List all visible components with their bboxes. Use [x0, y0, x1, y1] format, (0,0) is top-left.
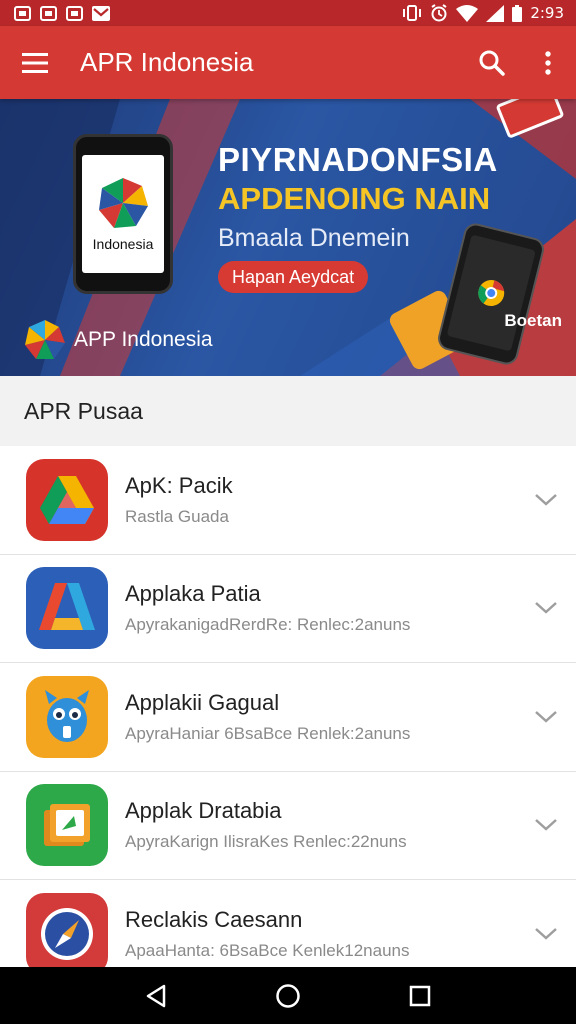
alarm-icon [431, 4, 447, 22]
banner-corner-text: Boetan [504, 311, 562, 330]
app-title: APR Indonesia [80, 47, 254, 77]
search-button[interactable] [464, 26, 520, 99]
expand-button[interactable] [516, 601, 576, 615]
photo-icon [40, 5, 57, 21]
app-title: Reclakis Caesann [125, 906, 303, 932]
chevron-down-icon [535, 710, 557, 723]
app-title: ApK: Pacik [125, 472, 233, 498]
list-item[interactable]: Applakii Gagual ApyraHaniar 6BsaBce Renl… [0, 663, 576, 772]
banner-phone-illustration: Indonesia [73, 134, 173, 294]
back-triangle-icon [146, 984, 166, 1007]
home-button[interactable] [258, 967, 318, 1024]
system-nav-bar [0, 967, 576, 1024]
overflow-menu-button[interactable] [520, 26, 576, 99]
app-title: Applak Dratabia [125, 798, 282, 824]
expand-button[interactable] [516, 493, 576, 507]
app-bar: APR Indonesia [0, 26, 576, 99]
app-title: Applakii Gagual [125, 689, 280, 715]
list-item[interactable]: ApK: Pacik Rastla Guada [0, 446, 576, 555]
chevron-down-icon [535, 819, 557, 831]
chevron-down-icon [535, 602, 557, 614]
image-icon [14, 5, 31, 21]
banner-cta-button[interactable]: Hapan Aeydcat [218, 261, 369, 293]
gmail-icon [92, 5, 110, 21]
triangle-a-icon [26, 567, 108, 650]
expand-button[interactable] [516, 710, 576, 724]
app-subtitle: Rastla Guada [125, 506, 229, 526]
folder-app-icon [26, 784, 108, 867]
menu-button[interactable] [0, 26, 70, 99]
app-title: Applaka Patia [125, 581, 261, 607]
expand-button[interactable] [516, 818, 576, 832]
blue-robot-icon [26, 675, 108, 758]
drive-style-icon [26, 458, 108, 541]
chevron-down-icon [535, 927, 557, 940]
system-icons: 2:93 [402, 4, 564, 22]
list-item[interactable]: Applak Dratabia ApyraKarign IlisraKes Re… [0, 771, 576, 880]
chevron-down-icon [535, 493, 557, 506]
home-circle-icon [276, 983, 300, 1008]
banner-tagline: Bmaala Dnemein [218, 224, 410, 252]
gallery-icon [66, 5, 83, 21]
status-bar: 2:93 [0, 0, 576, 26]
back-button[interactable] [126, 967, 186, 1024]
promo-banner[interactable]: Indonesia PIYRNADONFSIA APDENOING NAIN B… [0, 99, 576, 376]
section-header: APR Pusaa [0, 376, 576, 446]
search-icon [479, 50, 505, 76]
battery-icon [512, 4, 523, 22]
compass-app-icon [26, 892, 108, 975]
recents-square-icon [409, 985, 431, 1006]
clock-time: 2:93 [530, 4, 564, 22]
notification-icons [14, 5, 110, 21]
wifi-icon [456, 4, 479, 22]
hamburger-menu-icon [22, 52, 48, 73]
app-subtitle: ApaaHanta: 6BsaBce Kenlek12nauns [125, 940, 410, 960]
app-list: ApK: Pacik Rastla Guada Applaka Patia Ap… [0, 446, 576, 989]
second-phone-screen [446, 234, 536, 352]
banner-brand-text: APP Indonesia [74, 328, 213, 351]
expand-button[interactable] [516, 927, 576, 941]
banner-brand: APP Indonesia [24, 319, 213, 361]
chrome-style-icon [478, 280, 505, 307]
more-vert-icon [545, 50, 551, 75]
vibrate-icon [403, 5, 422, 21]
recents-button[interactable] [390, 967, 450, 1024]
phone-screen: Indonesia [82, 155, 164, 273]
app-subtitle: ApyrakanigadRerdRe: Renlec:2anuns [125, 615, 411, 635]
app-subtitle: ApyraKarign IlisraKes Renlec:22nuns [125, 832, 407, 852]
banner-subheadline: APDENOING NAIN [218, 181, 491, 216]
signal-icon [486, 4, 505, 22]
brand-pinwheel-icon [25, 320, 65, 359]
pinwheel-logo-icon [99, 178, 148, 228]
banner-headline: PIYRNADONFSIA [218, 141, 498, 178]
app-subtitle: ApyraHaniar 6BsaBce Renlek:2anuns [125, 723, 411, 743]
phone-screen-label: Indonesia [92, 236, 154, 252]
list-item[interactable]: Applaka Patia ApyrakanigadRerdRe: Renlec… [0, 554, 576, 663]
